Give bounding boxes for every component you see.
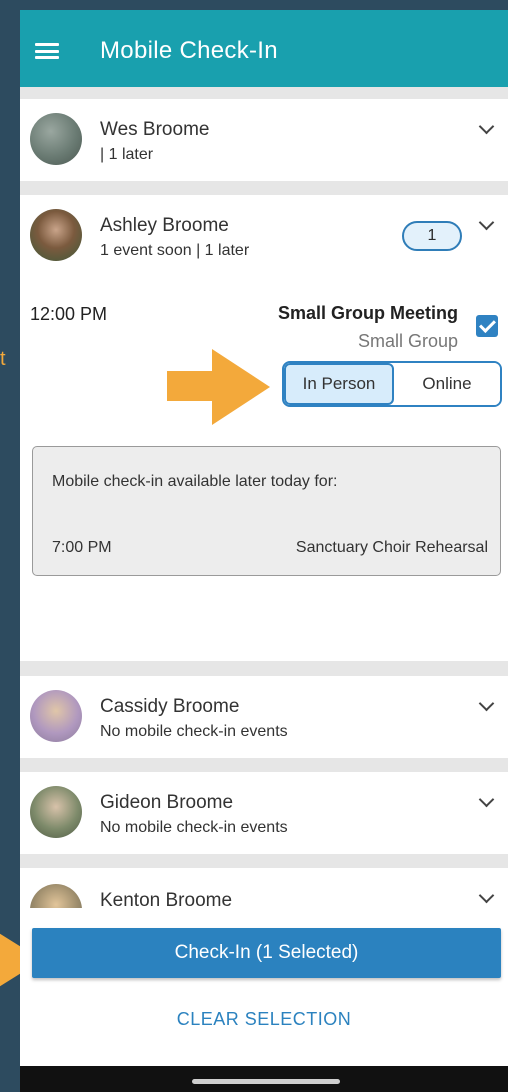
- chevron-down-icon[interactable]: [478, 214, 495, 231]
- person-name: Cassidy Broome: [100, 696, 240, 717]
- person-name: Wes Broome: [100, 119, 210, 140]
- clear-selection-button[interactable]: CLEAR SELECTION: [20, 1009, 508, 1030]
- person-status: No mobile check-in events: [100, 723, 288, 740]
- checkin-button[interactable]: Check-In (1 Selected): [32, 928, 501, 978]
- person-status: | 1 later: [100, 146, 154, 163]
- person-name: Ashley Broome: [100, 215, 229, 236]
- event-count-badge: 1: [402, 221, 462, 251]
- later-event-name: Sanctuary Choir Rehearsal: [295, 539, 488, 556]
- chevron-down-icon[interactable]: [478, 791, 495, 808]
- person-status: No mobile check-in events: [100, 819, 288, 836]
- event-name: Small Group Meeting: [277, 303, 458, 323]
- person-card-cassidy[interactable]: Cassidy Broome No mobile check-in events: [20, 676, 508, 758]
- mobile-app: Mobile Check-In Wes Broome | 1 later Ash…: [20, 0, 508, 1092]
- side-fragment-text: t: [0, 348, 6, 370]
- annotation-arrow-icon: [167, 371, 215, 401]
- avatar: [30, 690, 82, 742]
- in-person-option[interactable]: In Person: [284, 363, 394, 405]
- home-indicator[interactable]: [192, 1079, 340, 1084]
- status-strip: [20, 0, 508, 10]
- event-time: 12:00 PM: [30, 304, 108, 324]
- event-group: Small Group: [357, 331, 458, 351]
- chevron-down-icon[interactable]: [478, 887, 495, 904]
- avatar: [30, 113, 82, 165]
- app-header: Mobile Check-In: [20, 10, 508, 87]
- person-card-wes[interactable]: Wes Broome | 1 later: [20, 99, 508, 181]
- avatar: [30, 209, 82, 261]
- hamburger-menu-icon[interactable]: [35, 43, 59, 59]
- later-event-time: 7:00 PM: [52, 539, 112, 556]
- attendance-mode-toggle[interactable]: In Person Online: [282, 361, 502, 407]
- online-option[interactable]: Online: [394, 363, 500, 405]
- chevron-down-icon[interactable]: [478, 695, 495, 712]
- person-status: 1 event soon | 1 later: [100, 242, 250, 259]
- person-card-ashley: Ashley Broome 1 event soon | 1 later: [20, 195, 508, 661]
- event-checkbox[interactable]: [476, 315, 498, 337]
- later-events-title: Mobile check-in available later today fo…: [52, 473, 338, 490]
- later-events-panel: Mobile check-in available later today fo…: [32, 446, 501, 576]
- page-title: Mobile Check-In: [100, 37, 278, 64]
- avatar: [30, 786, 82, 838]
- chevron-down-icon[interactable]: [478, 118, 495, 135]
- person-card-gideon[interactable]: Gideon Broome No mobile check-in events: [20, 772, 508, 854]
- annotation-arrow-head-icon: [212, 349, 270, 425]
- person-name: Gideon Broome: [100, 792, 234, 813]
